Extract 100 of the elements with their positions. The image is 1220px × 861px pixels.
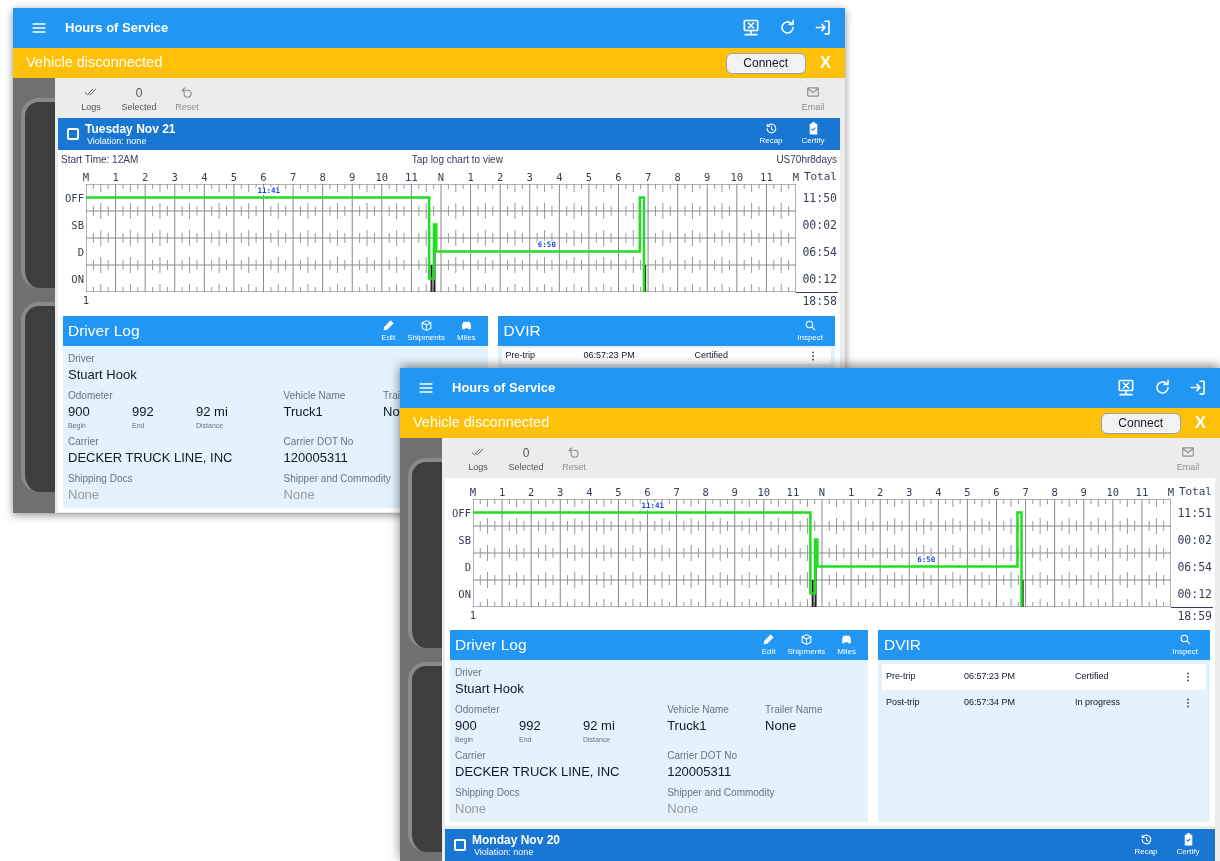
grand-total: 18:59 — [1177, 608, 1212, 624]
connect-button[interactable]: Connect — [1100, 412, 1181, 434]
hour-label: 10 — [757, 485, 771, 499]
field-label: Shipping Docs — [455, 786, 520, 800]
double-check-icon — [471, 445, 485, 459]
shipments-button[interactable]: Shipments — [781, 633, 832, 657]
field-label: Shipping Docs — [68, 472, 133, 486]
odometer-value: 92 mi — [583, 717, 616, 735]
recap-button[interactable]: Recap — [750, 122, 792, 146]
status-label: ON — [458, 587, 471, 600]
inspect-button[interactable]: Inspect — [793, 319, 827, 343]
field-label: Odometer — [68, 389, 114, 403]
odometer-value: 900 — [455, 717, 478, 735]
monitor-x-icon[interactable] — [741, 18, 761, 38]
odometer-value: 92 mi — [196, 403, 229, 421]
log-grid-drawing[interactable] — [473, 499, 1171, 607]
recap-button[interactable]: Recap — [1125, 833, 1167, 857]
inspection-time: 06:57:23 PM — [964, 670, 1017, 684]
status-total: 00:12 — [1177, 587, 1212, 600]
checkbox[interactable] — [454, 839, 466, 851]
miles-button[interactable]: Miles — [450, 319, 482, 343]
inspection-status: Certified — [1075, 670, 1110, 684]
panel-title: DVIR — [884, 635, 923, 656]
panel-title: Driver Log — [68, 321, 141, 342]
selected-button[interactable]: 0 Selected — [502, 445, 550, 473]
inspection-time: 06:57:23 PM — [583, 349, 636, 363]
day-header[interactable]: Tuesday Nov 21 Violation: none Recap Certify — [58, 118, 840, 150]
hour-label: 7 — [644, 170, 652, 184]
inspection-type: Pre-trip — [505, 349, 537, 363]
logout-icon[interactable] — [1189, 378, 1208, 397]
field-label: Vehicle Name — [283, 389, 346, 403]
hour-label: 4 — [556, 170, 563, 184]
checkbox[interactable] — [67, 128, 79, 140]
car-icon — [459, 319, 473, 332]
edit-button[interactable]: Edit — [375, 319, 402, 343]
certify-button[interactable]: Certify — [792, 122, 834, 146]
search-icon — [1178, 633, 1192, 646]
hour-label: M — [469, 485, 477, 499]
double-check-icon — [84, 85, 98, 99]
logout-icon[interactable] — [814, 18, 833, 37]
logs-button[interactable]: Logs — [454, 445, 502, 473]
selected-count: 0 — [135, 85, 143, 102]
shipments-button[interactable]: Shipments — [401, 319, 451, 343]
inspection-status: In progress — [1075, 696, 1122, 710]
hour-label: 3 — [557, 485, 564, 499]
odometer-value: 992 — [132, 403, 155, 421]
hour-label: 1 — [847, 485, 855, 499]
field-value: Stuart Hook — [68, 366, 137, 384]
status-label: ON — [71, 272, 84, 285]
hour-label: 1 — [467, 170, 474, 184]
field-value: None — [68, 486, 100, 504]
dvir-row[interactable]: Pre-trip 06:57:23 PM Certified — [882, 664, 1206, 690]
odometer-value: 900 — [68, 403, 91, 421]
edit-button[interactable]: Edit — [755, 633, 782, 657]
field-label: Driver — [68, 352, 95, 366]
day-title: Tuesday Nov 21 — [85, 121, 177, 136]
logs-button[interactable]: Logs — [67, 85, 115, 113]
undo-icon — [567, 445, 581, 459]
field-value: 120005311 — [283, 449, 348, 467]
day-header[interactable]: Monday Nov 20 Violation: none Recap Certify — [445, 829, 1215, 861]
field-label: Shipper and Commodity — [283, 472, 391, 486]
certify-button[interactable]: Certify — [1167, 833, 1209, 857]
violation-text: Violation: none — [474, 846, 535, 858]
hour-label: 11 — [1135, 485, 1149, 499]
hour-label: 9 — [1080, 485, 1087, 499]
status-label: OFF — [452, 506, 471, 519]
field-label: Driver — [455, 666, 482, 680]
miles-button[interactable]: Miles — [831, 633, 862, 657]
hour-label: 9 — [349, 170, 356, 184]
inspect-button[interactable]: Inspect — [1168, 633, 1202, 657]
hour-label: 11 — [760, 170, 773, 184]
dvir-row[interactable]: Pre-trip 06:57:23 PM Certified — [501, 348, 831, 364]
status-total: 06:54 — [1177, 560, 1212, 573]
envelope-icon — [806, 85, 820, 99]
cube-icon — [799, 633, 813, 646]
ruleset-label: US70hr8days — [776, 152, 837, 167]
connect-button[interactable]: Connect — [725, 52, 806, 74]
status-total: 06:54 — [802, 245, 837, 258]
log-grid-drawing[interactable] — [86, 184, 796, 292]
menu-icon[interactable] — [31, 20, 47, 36]
refresh-icon[interactable] — [778, 18, 797, 37]
monitor-x-icon[interactable] — [1116, 378, 1136, 398]
hour-label: 5 — [964, 485, 971, 499]
field-label: Trailer Name — [765, 703, 823, 717]
inspection-type: Post-trip — [886, 696, 921, 710]
hour-label: 7 — [673, 485, 680, 499]
refresh-icon[interactable] — [1153, 378, 1172, 397]
inspection-status: Certified — [694, 349, 730, 363]
envelope-icon — [1181, 445, 1195, 459]
app-title: Hours of Service — [452, 379, 557, 398]
menu-icon[interactable] — [418, 380, 434, 396]
hour-label: 3 — [171, 170, 178, 184]
app-title: Hours of Service — [65, 19, 170, 38]
field-value: Truck1 — [667, 717, 707, 735]
hour-label: 10 — [730, 170, 744, 184]
car-icon — [840, 633, 854, 646]
selected-button[interactable]: 0 Selected — [115, 85, 163, 113]
field-label: Carrier DOT No — [283, 435, 354, 449]
field-label: Vehicle Name — [667, 703, 729, 717]
hour-label: 6 — [993, 485, 1000, 499]
